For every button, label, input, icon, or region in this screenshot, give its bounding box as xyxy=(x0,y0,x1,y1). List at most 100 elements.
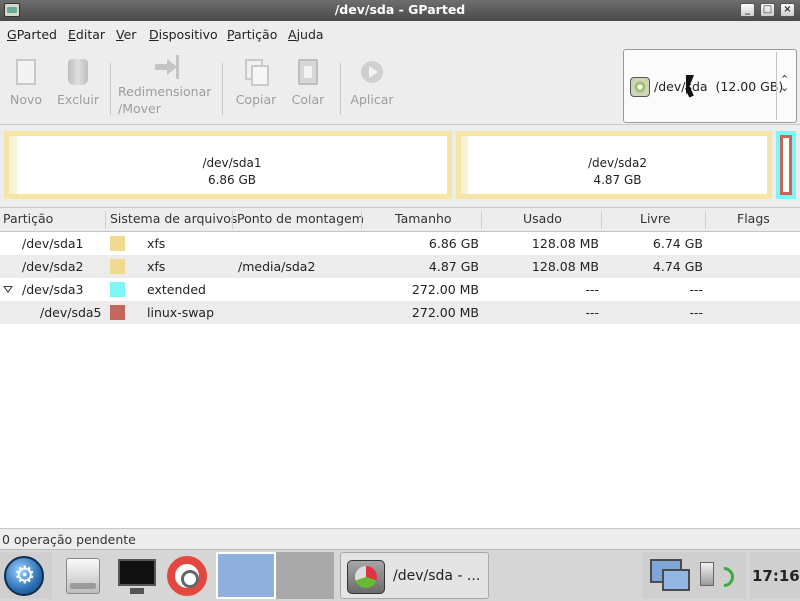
taskbar: /dev/sda - ... 17:16 xyxy=(0,549,800,601)
partition-block-swap[interactable] xyxy=(780,135,792,195)
device-selector-text: /dev/sda (12.00 GB) xyxy=(654,79,784,94)
cell-used: --- xyxy=(585,282,599,297)
partition-size: 6.86 GB xyxy=(207,173,257,187)
launcher-drive[interactable] xyxy=(58,552,110,599)
cell-size: 6.86 GB xyxy=(428,236,479,251)
launcher-help[interactable] xyxy=(162,552,212,599)
expander-arrow-icon[interactable] xyxy=(3,286,13,293)
paste-icon xyxy=(298,59,318,85)
maximize-button[interactable]: □ xyxy=(760,3,775,17)
copy-icon xyxy=(245,59,269,86)
filesystem-color-swatch xyxy=(110,305,125,320)
partition-table: Partição Sistema de arquivos Ponto de mo… xyxy=(0,207,800,528)
apply-icon xyxy=(361,61,383,83)
pending-operations-text: 0 operação pendente xyxy=(2,532,136,547)
partition-size: 4.87 GB xyxy=(593,173,642,187)
table-row[interactable]: /dev/sda1 xfs 6.86 GB 128.08 MB 6.74 GB xyxy=(0,232,800,255)
paste-button[interactable]: Colar xyxy=(288,59,328,108)
partition-block-sda1[interactable]: /dev/sda1 6.86 GB xyxy=(4,131,452,199)
menu-dispositivo[interactable]: Dispositivo xyxy=(149,27,218,42)
new-document-icon xyxy=(16,59,36,85)
delete-button-label: Excluir xyxy=(57,92,99,107)
cell-free: --- xyxy=(689,305,703,320)
column-header-filesystem[interactable]: Sistema de arquivos xyxy=(110,211,237,226)
new-button[interactable]: Novo xyxy=(6,59,46,108)
column-header-size[interactable]: Tamanho xyxy=(395,211,452,226)
delete-button[interactable]: Excluir xyxy=(56,59,100,108)
toolbar-separator xyxy=(222,63,223,115)
cell-filesystem: linux-swap xyxy=(147,305,215,320)
start-menu-button[interactable] xyxy=(0,552,52,599)
trash-icon xyxy=(68,59,88,85)
device-selector-separator xyxy=(776,52,777,120)
workspace-2[interactable] xyxy=(276,552,334,599)
column-header-used[interactable]: Usado xyxy=(523,211,562,226)
window-title: /dev/sda - GParted xyxy=(334,2,466,17)
lifebuoy-icon xyxy=(167,556,207,596)
partition-name: /dev/sda2 xyxy=(587,156,648,170)
filesystem-color-swatch xyxy=(110,236,125,251)
copy-button-label: Copiar xyxy=(235,92,277,107)
cell-partition: /dev/sda3 xyxy=(22,282,84,297)
title-bar[interactable]: /dev/sda - GParted _ □ × xyxy=(0,0,800,21)
column-header-mountpoint[interactable]: Ponto de montagem xyxy=(237,211,364,226)
column-separator xyxy=(105,211,106,229)
system-tray xyxy=(642,552,746,599)
paste-button-label: Colar xyxy=(291,92,325,107)
cell-partition: /dev/sda2 xyxy=(22,259,84,274)
gparted-icon xyxy=(347,560,385,594)
partition-block-extended[interactable] xyxy=(776,131,796,199)
resize-button-label-2: /Mover xyxy=(118,101,161,116)
table-row[interactable]: /dev/sda2 xfs /media/sda2 4.87 GB 128.08… xyxy=(0,255,800,278)
used-space-bar xyxy=(9,136,17,194)
task-label: /dev/sda - ... xyxy=(393,568,481,584)
status-bar: 0 operação pendente xyxy=(0,528,800,549)
cell-used: 128.08 MB xyxy=(531,236,599,251)
resize-move-icon xyxy=(155,55,179,81)
cell-free: 6.74 GB xyxy=(652,236,703,251)
clock[interactable]: 17:16 xyxy=(750,552,800,599)
table-header: Partição Sistema de arquivos Ponto de mo… xyxy=(0,208,800,232)
resize-move-button[interactable]: Redimensionar /Mover xyxy=(118,55,216,117)
start-menu-icon xyxy=(4,556,44,596)
cell-filesystem: xfs xyxy=(147,259,166,274)
menu-ajuda[interactable]: Ajuda xyxy=(288,27,324,42)
cell-partition: /dev/sda1 xyxy=(22,236,84,251)
close-button[interactable]: × xyxy=(780,3,795,17)
column-separator xyxy=(705,211,706,229)
column-separator xyxy=(232,211,233,229)
column-header-flags[interactable]: Flags xyxy=(737,211,770,226)
volume-icon[interactable] xyxy=(700,562,714,586)
partition-block-sda2-info: /dev/sda2 4.87 GB xyxy=(468,136,767,194)
table-row[interactable]: /dev/sda5 linux-swap 272.00 MB --- --- xyxy=(0,301,800,324)
partition-block-sda2[interactable]: /dev/sda2 4.87 GB xyxy=(456,131,772,199)
partition-name: /dev/sda1 xyxy=(202,156,262,170)
menu-gparted[interactable]: GParted xyxy=(7,27,57,42)
filesystem-color-swatch xyxy=(110,259,125,274)
menu-bar: GParted Editar Ver Dispositivo Partição … xyxy=(0,21,800,47)
column-header-partition[interactable]: Partição xyxy=(3,211,53,226)
disk-map: /dev/sda1 6.86 GB /dev/sda2 4.87 GB xyxy=(0,125,800,206)
taskbar-task-gparted[interactable]: /dev/sda - ... xyxy=(340,552,489,599)
new-button-label: Novo xyxy=(9,92,43,107)
device-selector[interactable]: /dev/sda (12.00 GB) ⌃ ⌄ xyxy=(623,49,797,123)
cell-mountpoint: /media/sda2 xyxy=(238,259,316,274)
network-icon[interactable] xyxy=(650,559,690,591)
minimize-button[interactable]: _ xyxy=(740,3,755,17)
monitor-icon xyxy=(118,559,156,594)
toolbar-separator xyxy=(110,63,111,115)
menu-editar[interactable]: Editar xyxy=(68,27,105,42)
workspace-1[interactable] xyxy=(216,552,276,599)
menu-particao[interactable]: Partição xyxy=(227,27,277,42)
column-separator xyxy=(481,211,482,229)
apply-button[interactable]: Aplicar xyxy=(350,59,394,108)
cell-size: 272.00 MB xyxy=(411,305,479,320)
column-header-free[interactable]: Livre xyxy=(640,211,670,226)
spin-arrows-icon[interactable]: ⌃ ⌄ xyxy=(780,74,789,93)
copy-button[interactable]: Copiar xyxy=(234,59,278,108)
launcher-monitor[interactable] xyxy=(112,552,162,599)
menu-ver[interactable]: Ver xyxy=(116,27,136,42)
filesystem-color-swatch xyxy=(110,282,125,297)
table-row[interactable]: /dev/sda3 extended 272.00 MB --- --- xyxy=(0,278,800,301)
column-separator xyxy=(601,211,602,229)
